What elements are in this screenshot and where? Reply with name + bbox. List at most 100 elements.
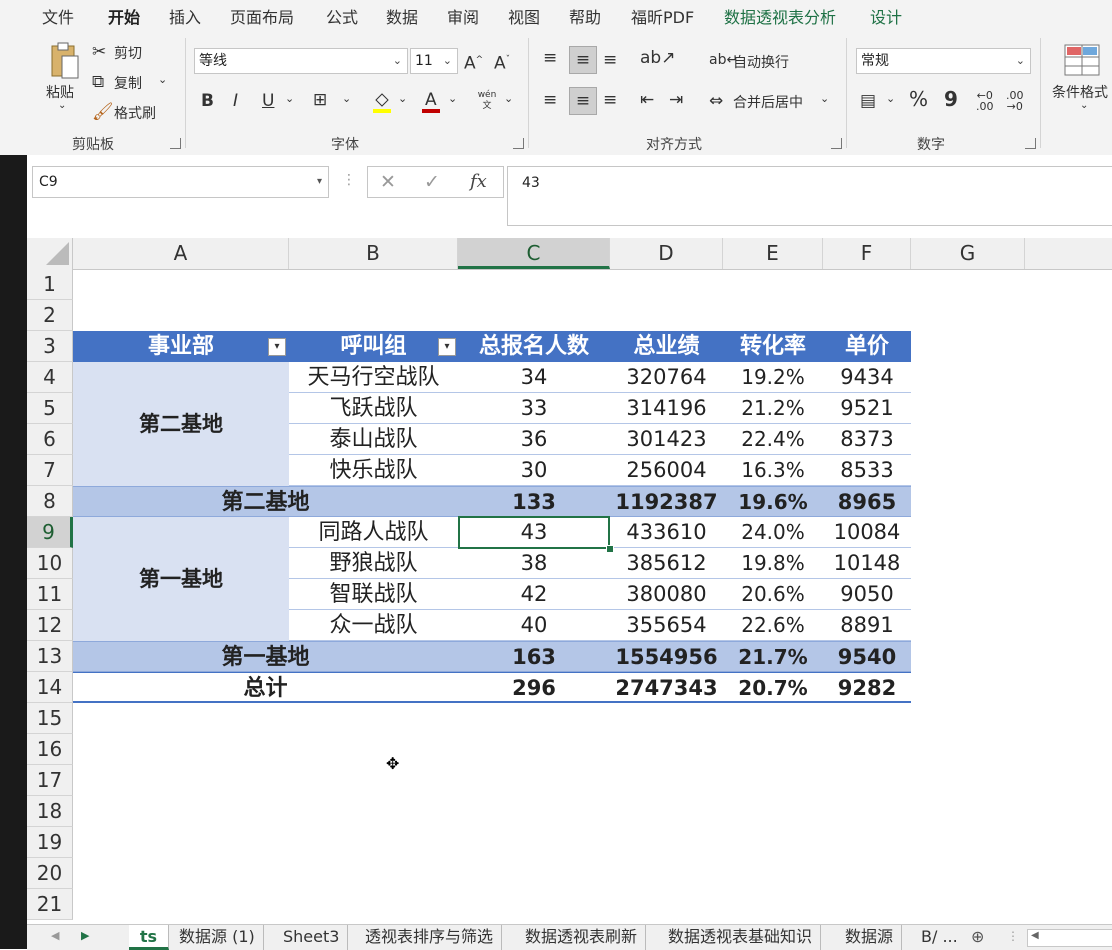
wrap-text-button[interactable]: 自动换行 (733, 52, 789, 72)
grand-total-value[interactable]: 20.7% (723, 672, 823, 703)
value-cell[interactable]: 38 (458, 548, 610, 579)
merge-dropdown-icon[interactable]: ⌄ (820, 92, 829, 105)
underline-button[interactable]: U (262, 91, 274, 111)
font-color-icon[interactable]: A (421, 88, 441, 114)
decrease-decimal-icon[interactable]: .00 →0 (1006, 90, 1024, 112)
formula-input[interactable]: 43 (507, 166, 1112, 226)
value-cell[interactable]: 22.4% (723, 424, 823, 455)
tab-page-layout[interactable]: 页面布局 (230, 4, 294, 28)
subtotal-label[interactable]: 第二基地 (73, 486, 458, 517)
sheet-tab-pivot-basics[interactable]: 数据透视表基础知识 (660, 925, 822, 950)
tab-insert[interactable]: 插入 (169, 4, 201, 28)
subtotal-label[interactable]: 第一基地 (73, 641, 458, 672)
value-cell[interactable]: 8373 (823, 424, 911, 455)
row-header-10[interactable]: 10 (27, 548, 73, 579)
subtotal-value[interactable]: 21.7% (723, 641, 823, 672)
tab-review[interactable]: 审阅 (447, 4, 479, 28)
tab-design[interactable]: 设计 (870, 4, 902, 28)
paste-icon[interactable] (46, 42, 82, 82)
sheet-tab-pivot-refresh[interactable]: 数据透视表刷新 (517, 925, 647, 950)
increase-font-size-icon[interactable]: A^ (464, 50, 483, 74)
header-total-signups[interactable]: 总报名人数 (458, 331, 610, 362)
value-cell[interactable]: 10084 (823, 517, 911, 548)
italic-button[interactable]: I (233, 91, 238, 111)
sheet-tab-more[interactable]: B/ ... (913, 925, 966, 950)
value-cell[interactable]: 380080 (610, 579, 723, 610)
tab-file[interactable]: 文件 (42, 4, 74, 28)
header-business-unit[interactable]: 事业部 (73, 331, 289, 362)
copy-icon[interactable]: ⧉ (92, 72, 104, 92)
phonetic-dropdown-icon[interactable]: ⌄ (504, 92, 513, 105)
col-header-c[interactable]: C (458, 238, 610, 269)
value-cell[interactable]: 9521 (823, 393, 911, 424)
tab-help[interactable]: 帮助 (569, 4, 601, 28)
subtotal-value[interactable]: 133 (458, 486, 610, 517)
call-group-cell[interactable]: 泰山战队 (289, 424, 458, 455)
tab-pivot-analyze[interactable]: 数据透视表分析 (724, 4, 836, 28)
grand-total-value[interactable]: 9282 (823, 672, 911, 703)
value-cell[interactable]: 42 (458, 579, 610, 610)
row-header-21[interactable]: 21 (27, 889, 73, 920)
underline-dropdown-icon[interactable]: ⌄ (285, 92, 294, 105)
row-header-12[interactable]: 12 (27, 610, 73, 641)
align-left-icon[interactable]: ≡ (543, 90, 557, 110)
increase-indent-icon[interactable]: ⇥ (669, 90, 683, 110)
name-box[interactable]: C9 ▾ (32, 166, 329, 198)
col-header-g[interactable]: G (911, 238, 1025, 269)
sheet-tab-sheet3[interactable]: Sheet3 (275, 925, 349, 950)
row-header-15[interactable]: 15 (27, 703, 73, 734)
align-center-icon[interactable]: ≡ (569, 87, 597, 115)
row-header-17[interactable]: 17 (27, 765, 73, 796)
grand-total-label[interactable]: 总计 (73, 672, 458, 703)
value-cell[interactable]: 24.0% (723, 517, 823, 548)
grand-total-value[interactable]: 2747343 (610, 672, 723, 703)
conditional-format-button[interactable]: 条件格式 (1052, 82, 1108, 102)
value-cell[interactable]: 34 (458, 362, 610, 393)
row-header-5[interactable]: 5 (27, 393, 73, 424)
col-header-a[interactable]: A (73, 238, 289, 269)
header-conversion-rate[interactable]: 转化率 (723, 331, 823, 362)
call-group-cell[interactable]: 快乐战队 (289, 455, 458, 486)
tab-view[interactable]: 视图 (508, 4, 540, 28)
merge-center-icon[interactable]: ⇔ (709, 91, 723, 111)
cut-icon[interactable]: ✂ (92, 42, 106, 62)
row-header-8[interactable]: 8 (27, 486, 73, 517)
align-right-icon[interactable]: ≡ (603, 90, 617, 110)
row-header-6[interactable]: 6 (27, 424, 73, 455)
accounting-dropdown-icon[interactable]: ⌄ (886, 92, 895, 105)
percent-button[interactable]: % (909, 89, 928, 109)
merge-center-button[interactable]: 合并后居中 (733, 92, 803, 112)
copy-button[interactable]: 复制 (114, 73, 142, 93)
tab-home[interactable]: 开始 (108, 4, 141, 33)
paste-button[interactable]: 粘贴 (46, 82, 74, 102)
borders-icon[interactable]: ⊞ (313, 90, 327, 110)
value-cell[interactable]: 385612 (610, 548, 723, 579)
value-cell[interactable]: 19.2% (723, 362, 823, 393)
subtotal-value[interactable]: 19.6% (723, 486, 823, 517)
select-all-button[interactable] (27, 238, 73, 269)
accounting-format-icon[interactable]: ▤ (860, 91, 876, 111)
row-header-11[interactable]: 11 (27, 579, 73, 610)
bold-button[interactable]: B (201, 91, 214, 111)
fill-handle[interactable] (606, 545, 614, 553)
row-header-20[interactable]: 20 (27, 858, 73, 889)
tab-split-icon[interactable]: ⋮ (1007, 929, 1019, 943)
value-cell[interactable]: 30 (458, 455, 610, 486)
header-unit-price[interactable]: 单价 (823, 331, 911, 362)
format-painter-icon[interactable]: 🖌 (92, 102, 114, 122)
subtotal-value[interactable]: 1554956 (610, 641, 723, 672)
grand-total-value[interactable]: 296 (458, 672, 610, 703)
call-group-cell[interactable]: 飞跃战队 (289, 393, 458, 424)
col-header-f[interactable]: F (823, 238, 911, 269)
phonetic-icon[interactable]: wén 文 (474, 90, 500, 114)
add-sheet-icon[interactable]: ⊕ (971, 927, 984, 946)
group-label[interactable]: 第二基地 (73, 362, 289, 486)
header-total-revenue[interactable]: 总业绩 (610, 331, 723, 362)
filter-button-business-unit[interactable]: ▾ (268, 338, 286, 356)
align-top-icon[interactable]: ≡ (543, 48, 557, 68)
increase-decimal-icon[interactable]: ←0.00 (976, 90, 994, 112)
value-cell[interactable]: 9050 (823, 579, 911, 610)
paste-dropdown-icon[interactable]: ⌄ (58, 100, 66, 111)
scroll-left-arrow-icon[interactable]: ◀ (1031, 930, 1039, 941)
value-cell[interactable]: 9434 (823, 362, 911, 393)
